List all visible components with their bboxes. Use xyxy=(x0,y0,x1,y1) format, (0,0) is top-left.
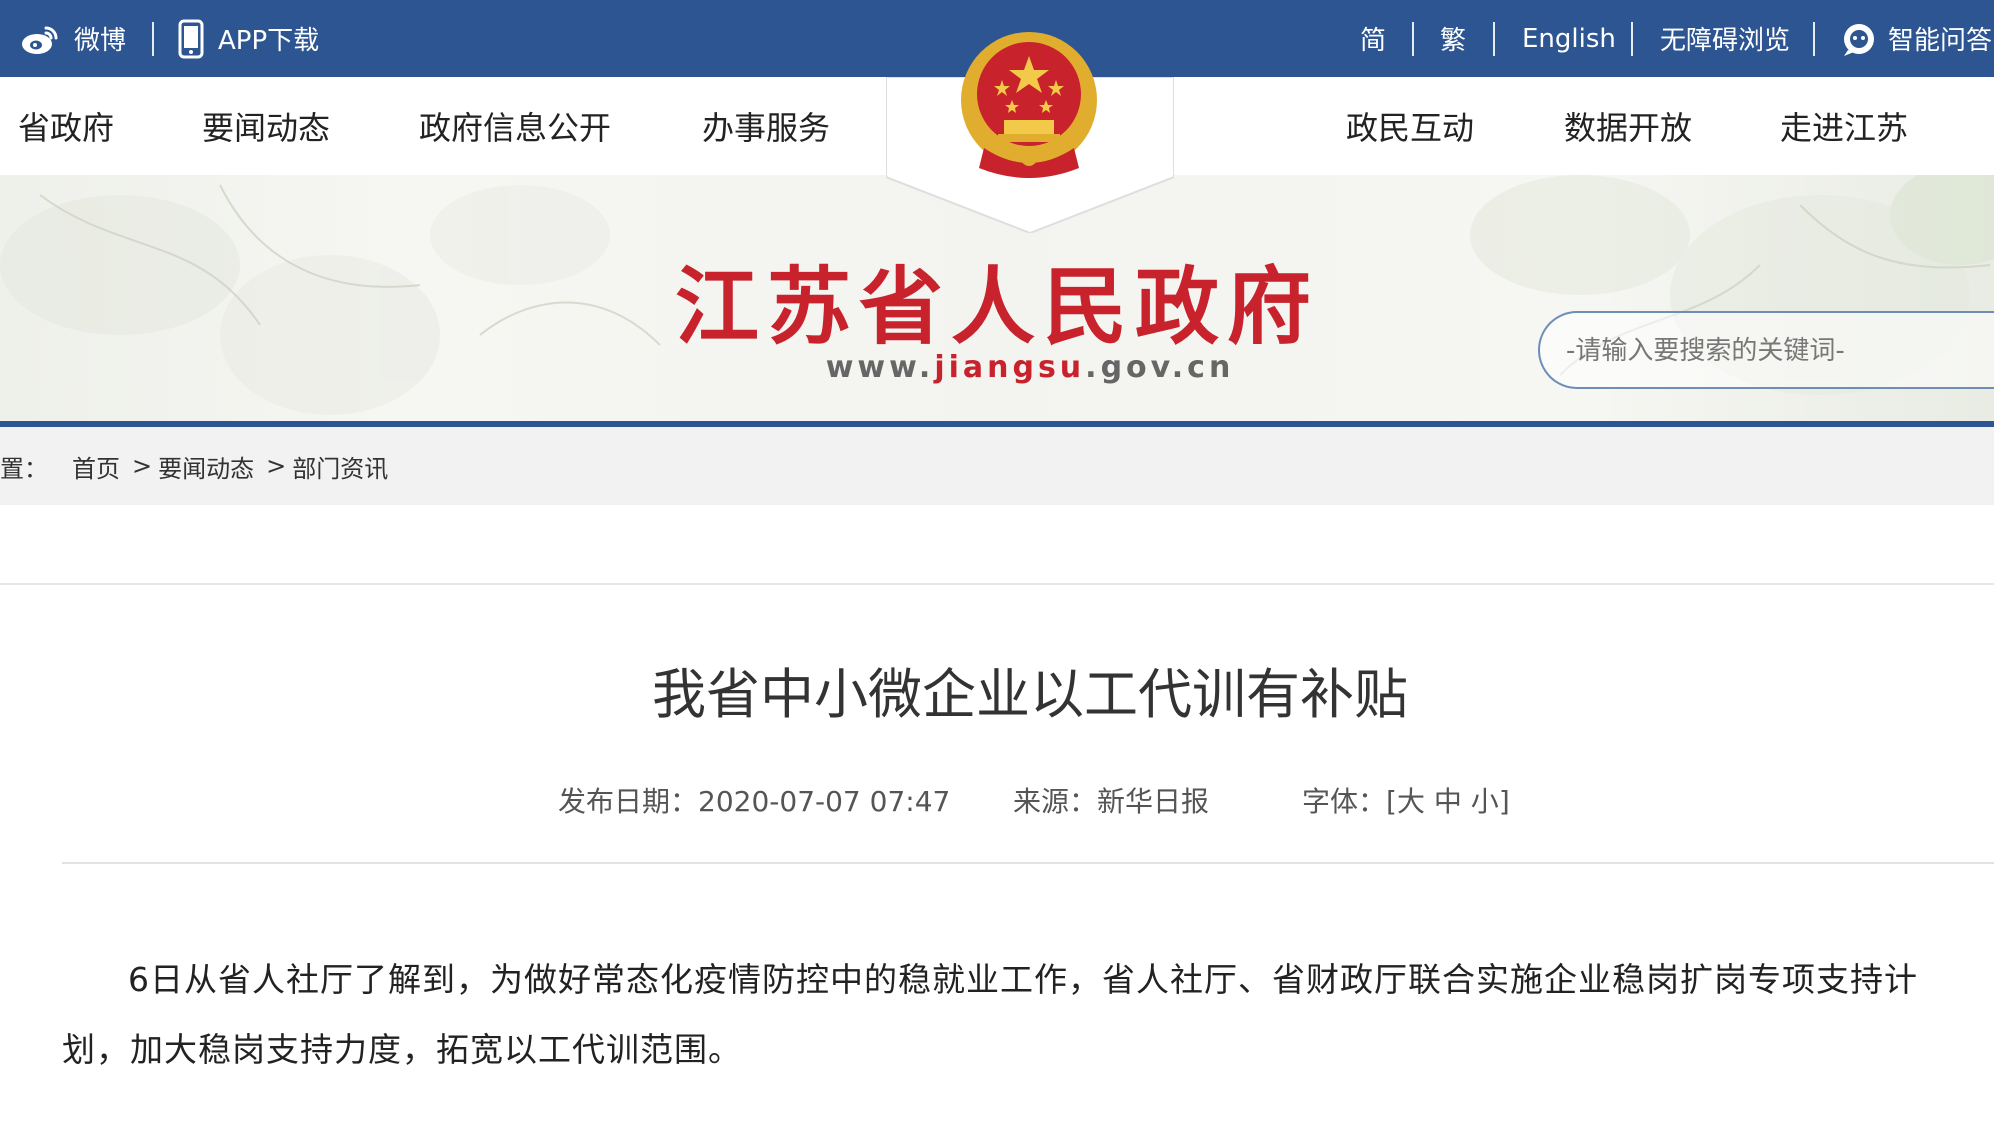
divider xyxy=(1813,22,1815,56)
date-value: 2020-07-07 07:47 xyxy=(698,785,951,818)
english-label: English xyxy=(1522,23,1616,54)
divider xyxy=(0,583,1994,585)
nav-item-label: 政民互动 xyxy=(1346,109,1475,147)
phone-icon xyxy=(178,19,204,59)
font-size-controls: 字体：[大 中 小] xyxy=(1302,780,1510,820)
accessible-link[interactable]: 无障碍浏览 xyxy=(1660,0,1790,77)
nav-item-news[interactable]: 要闻动态 xyxy=(202,77,330,175)
source-label: 来源： xyxy=(1013,785,1098,818)
divider xyxy=(1493,22,1495,56)
font-small-button[interactable]: 小 xyxy=(1471,785,1499,818)
divider xyxy=(152,22,154,56)
divider xyxy=(1631,22,1633,56)
simplified-label: 简 xyxy=(1360,26,1387,56)
nav-item-open-data[interactable]: 数据开放 xyxy=(1564,77,1692,175)
url-suffix: .gov.cn xyxy=(1085,350,1235,385)
nav-item-label: 要闻动态 xyxy=(202,109,331,147)
font-medium-button[interactable]: 中 xyxy=(1434,785,1462,818)
qa-label: 智能问答 xyxy=(1888,26,1993,56)
english-link[interactable]: English xyxy=(1522,0,1616,77)
nav-item-services[interactable]: 办事服务 xyxy=(702,77,830,175)
url-highlight: jiangsu xyxy=(934,350,1086,385)
breadcrumb-separator: > xyxy=(266,452,287,480)
nav-item-about-jiangsu[interactable]: 走进江苏 xyxy=(1780,77,1908,175)
article-title: 我省中小微企业以工代训有补贴 xyxy=(652,663,1408,726)
nav-item-label: 政府信息公开 xyxy=(419,109,612,147)
traditional-label: 繁 xyxy=(1440,26,1467,56)
url-prefix: www. xyxy=(825,350,935,385)
bracket: ] xyxy=(1498,785,1510,818)
simplified-link[interactable]: 简 xyxy=(1360,0,1386,77)
nav-item-label: 走进江苏 xyxy=(1780,109,1909,147)
nav-item-label: 数据开放 xyxy=(1564,109,1693,147)
divider xyxy=(62,862,1994,864)
nav-item-label: 办事服务 xyxy=(702,109,831,147)
search-box xyxy=(1538,311,1994,389)
source-value: 新华日报 xyxy=(1097,785,1210,818)
weibo-label: 微博 xyxy=(74,26,127,56)
publish-date: 发布日期：2020-07-07 07:47 xyxy=(558,780,950,820)
search-input[interactable] xyxy=(1564,327,1988,375)
national-emblem-icon xyxy=(954,28,1104,178)
nav-item-interaction[interactable]: 政民互动 xyxy=(1346,77,1474,175)
qa-link[interactable]: 智能问答 xyxy=(1840,0,1992,77)
nav-item-info-disclosure[interactable]: 政府信息公开 xyxy=(419,77,611,175)
date-label: 发布日期： xyxy=(558,785,699,818)
breadcrumb-news[interactable]: 要闻动态 xyxy=(158,449,254,484)
breadcrumb-separator: > xyxy=(132,452,153,480)
font-large-button[interactable]: 大 xyxy=(1397,785,1425,818)
weibo-link[interactable]: 微博 xyxy=(20,0,126,77)
app-label: APP下载 xyxy=(218,26,320,56)
breadcrumb: 置： 首页 > 要闻动态 > 部门资讯 xyxy=(0,427,1994,505)
article-source: 来源：新华日报 xyxy=(1013,780,1209,820)
weibo-icon xyxy=(20,22,60,56)
traditional-link[interactable]: 繁 xyxy=(1440,0,1466,77)
nav-item-label: 省政府 xyxy=(18,109,115,147)
accessible-label: 无障碍浏览 xyxy=(1660,26,1791,56)
font-label: 字体： xyxy=(1302,785,1387,818)
breadcrumb-prefix: 置： xyxy=(0,454,48,483)
app-download-link[interactable]: APP下载 xyxy=(178,0,319,77)
bracket: [ xyxy=(1386,785,1397,818)
breadcrumb-department-news[interactable]: 部门资讯 xyxy=(292,449,388,484)
breadcrumb-home[interactable]: 首页 xyxy=(72,449,120,484)
page: 微博 APP下载 简 繁 English 无障碍浏览 智能问答 省政府 要闻动态… xyxy=(0,0,1994,1128)
divider xyxy=(1412,22,1414,56)
nav-item-province-government[interactable]: 省政府 xyxy=(18,77,114,175)
article-paragraph: 6日从省人社厅了解到，为做好常态化疫情防控中的稳就业工作，省人社厅、省财政厅联合… xyxy=(62,960,1918,1069)
chat-bot-icon xyxy=(1840,20,1878,58)
